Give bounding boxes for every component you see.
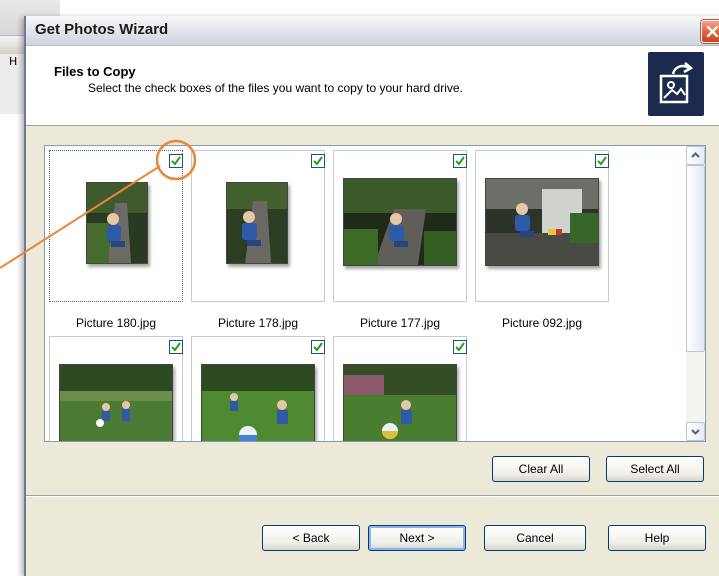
annotation-overlay xyxy=(0,139,197,269)
annotation-pointer-line xyxy=(0,165,161,269)
annotation-highlight-circle xyxy=(155,139,197,181)
